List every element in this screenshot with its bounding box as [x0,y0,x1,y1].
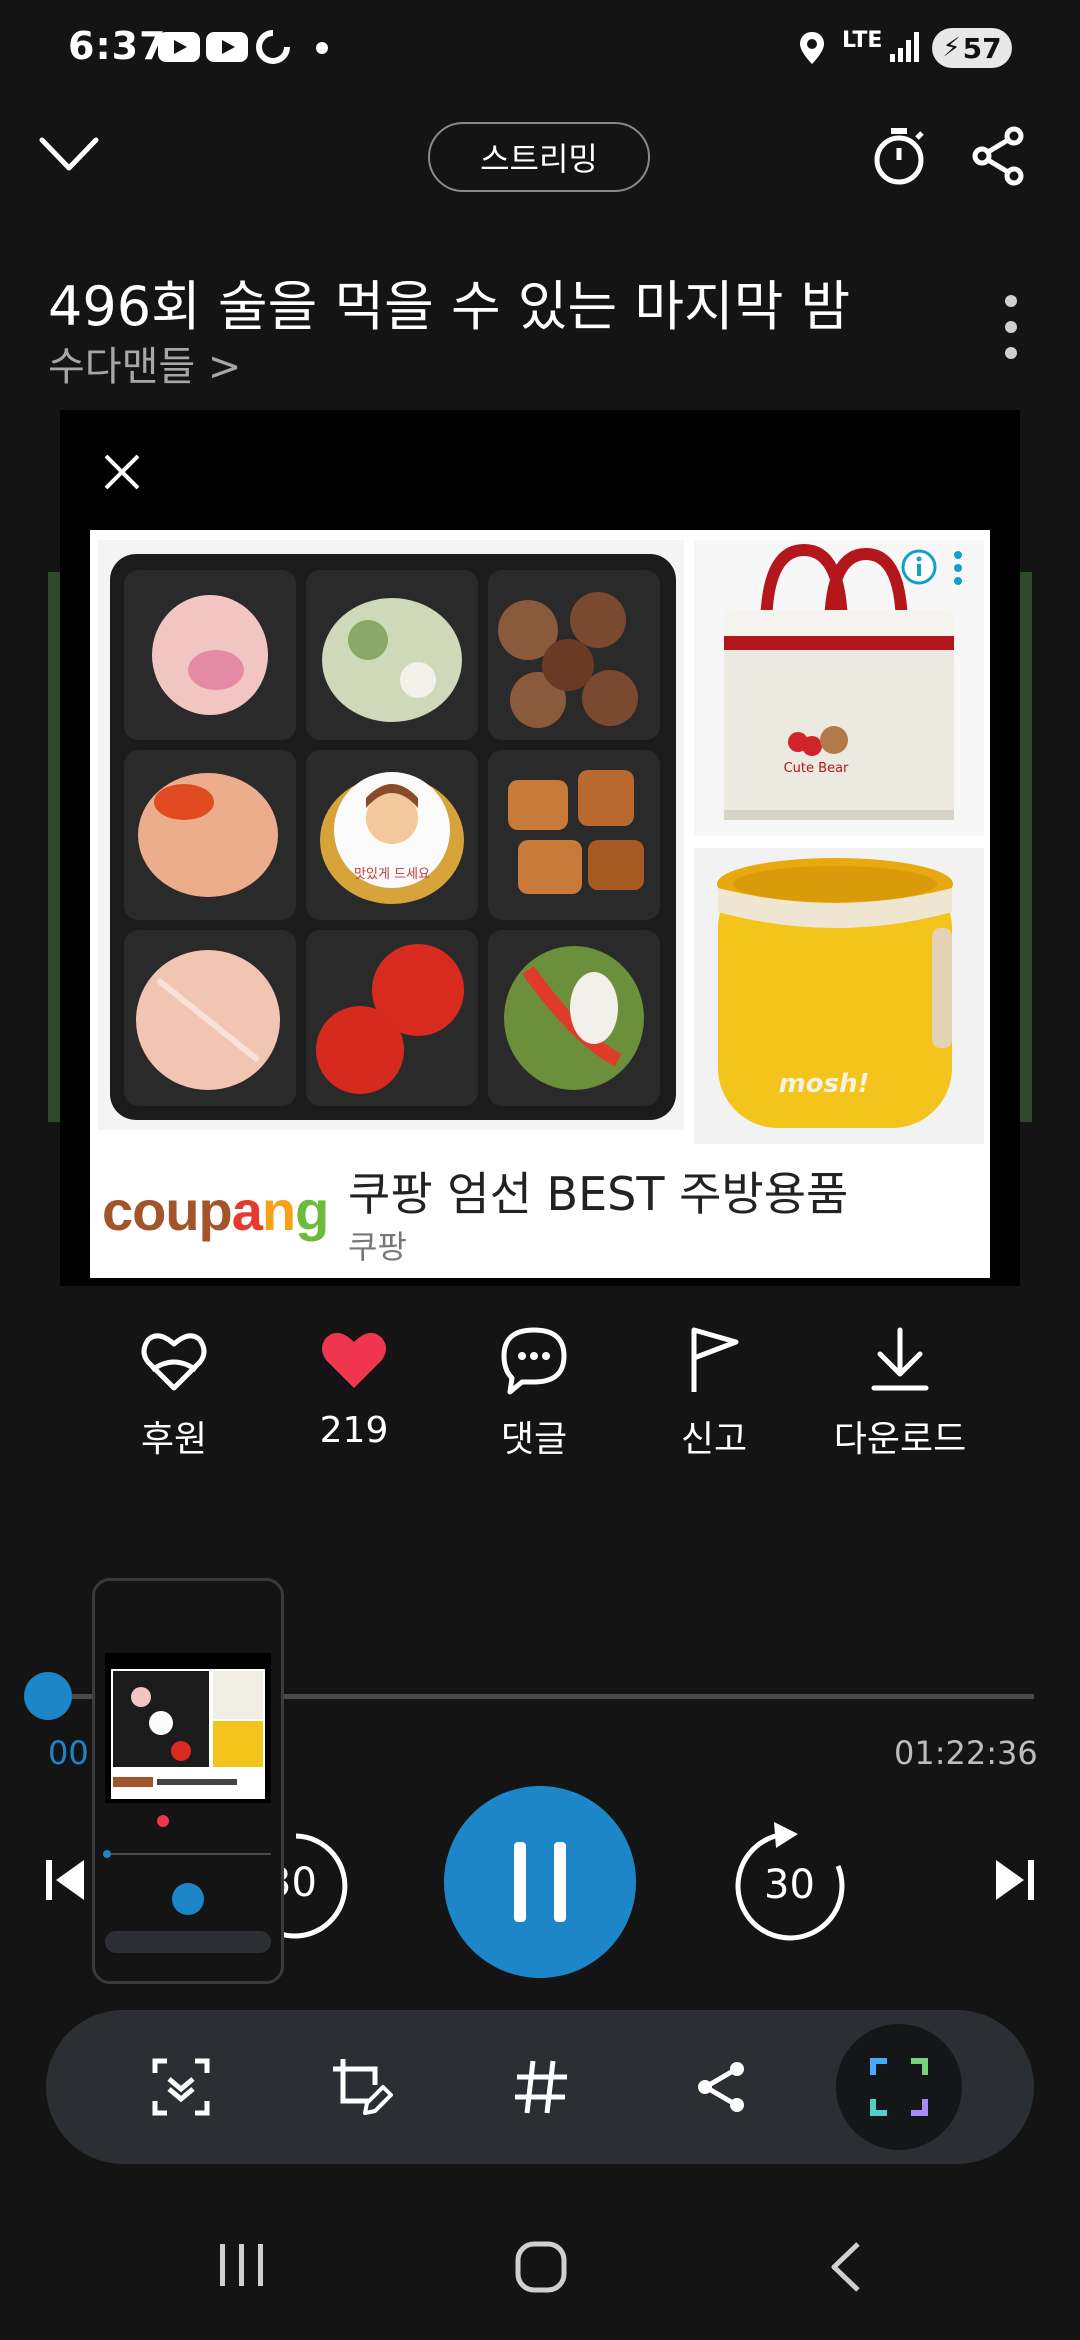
edit-crop-button[interactable] [316,2042,406,2132]
home-button[interactable] [514,2240,568,2294]
youtube-icon [158,32,200,62]
streaming-button[interactable]: 스트리밍 [428,122,650,192]
ad-jar-text: mosh! [779,1069,870,1099]
cover-art-edge [1018,572,1032,1122]
comment-label: 댓글 [500,1419,568,1460]
ad-title[interactable]: 쿠팡 엄선 BEST 주방용품 [348,1158,848,1224]
flag-icon [691,1327,739,1392]
current-time: 00 [48,1734,89,1772]
ad-jar-image[interactable]: mosh! [694,848,984,1144]
ad-bag-image[interactable]: Cute Bear [694,540,984,836]
like-count: 219 [319,1410,389,1451]
channel-link[interactable]: 수다맨들 > [48,334,241,392]
dot-icon [316,42,328,54]
battery-indicator: ⚡ 57 [932,28,1012,68]
comment-icon [501,1327,567,1395]
share-screenshot-button[interactable] [676,2042,766,2132]
recent-apps-button[interactable] [214,2240,270,2290]
ad-food-label: 맛있게 드세요 [354,867,430,882]
capture-mode-button[interactable] [836,2024,962,2150]
ad-food-image[interactable]: 맛있게 드세요 [98,540,684,1130]
heart-icon [322,1332,386,1388]
download-button[interactable]: 다운로드 [810,1324,990,1462]
network-type: LTE [842,28,883,53]
collapse-button[interactable] [36,130,102,178]
location-icon [798,30,826,66]
forward-30-label: 30 [764,1862,815,1908]
next-button[interactable] [992,1856,1036,1904]
more-options-icon[interactable] [1000,292,1022,362]
report-button[interactable]: 신고 [624,1324,804,1462]
previous-button[interactable] [44,1856,88,1904]
support-label: 후원 [140,1419,208,1460]
scroll-capture-button[interactable] [136,2042,226,2132]
screenshot-thumbnail[interactable] [92,1578,284,1984]
hashtag-button[interactable] [496,2042,586,2132]
ad-brand-logo: coupang [102,1179,329,1242]
signal-icon [888,30,922,64]
ad-menu-icon[interactable] [952,550,964,586]
download-icon [871,1327,929,1391]
back-button[interactable] [826,2240,866,2294]
download-label: 다운로드 [833,1419,967,1460]
gift-heart-icon [141,1333,207,1391]
share-button[interactable] [970,124,1028,188]
ad-bag-text: Cute Bear [784,761,849,776]
forward-30-button[interactable]: 30 [726,1820,850,1944]
charging-icon: ⚡ [942,33,961,63]
support-button[interactable]: 후원 [84,1324,264,1462]
like-button[interactable]: 219 [264,1324,444,1451]
total-time: 01:22:36 [894,1734,1038,1772]
youtube-icon [206,32,248,62]
ad-info-icon[interactable] [900,548,938,586]
sync-icon [254,28,292,66]
ad-advertiser: 쿠팡 [348,1228,407,1266]
ad-close-button[interactable] [100,450,144,494]
report-label: 신고 [680,1419,748,1460]
comment-button[interactable]: 댓글 [444,1324,624,1462]
episode-title: 496회 술을 먹을 수 있는 마지막 밤 [48,275,851,338]
timer-icon[interactable] [870,124,928,188]
pause-button[interactable] [444,1786,636,1978]
progress-thumb[interactable] [24,1672,72,1720]
status-time: 6:37 [68,24,167,68]
